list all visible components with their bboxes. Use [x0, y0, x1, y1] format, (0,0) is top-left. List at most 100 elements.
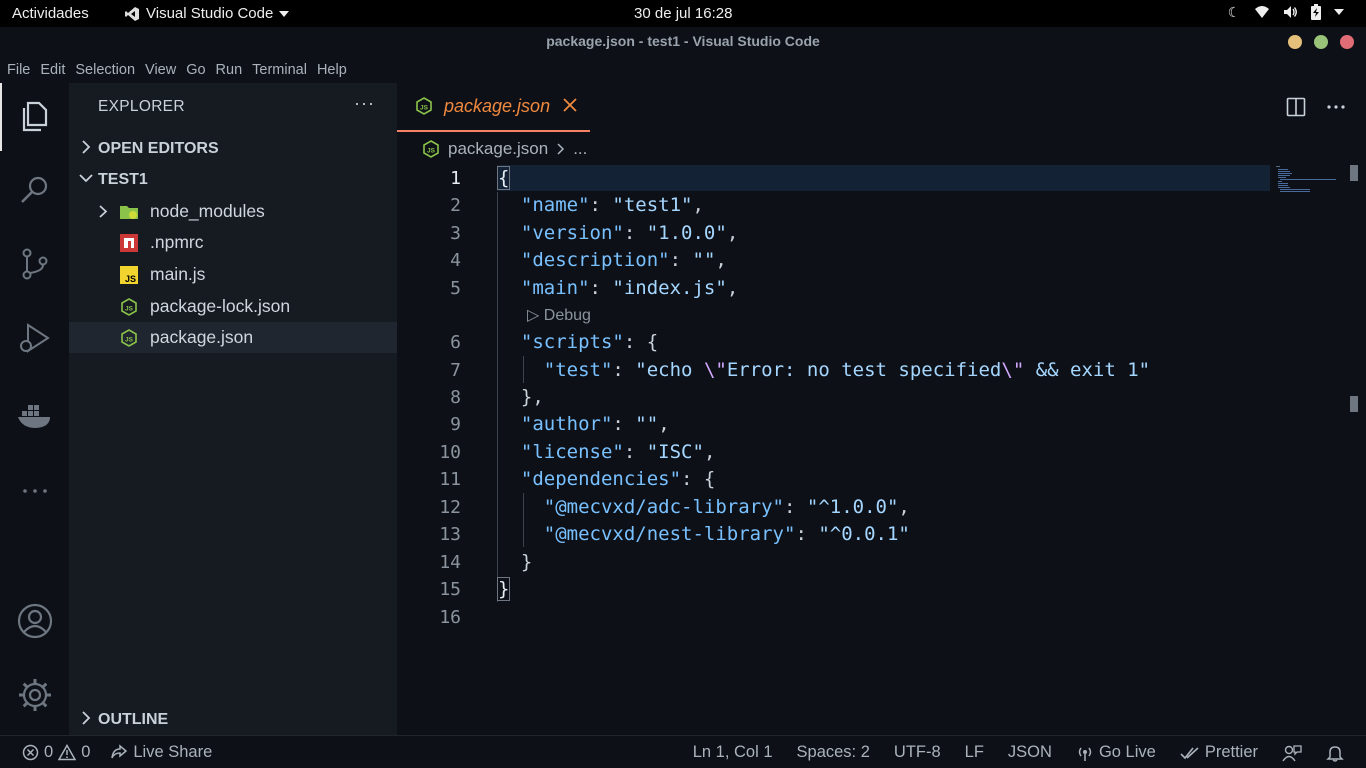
open-editors-section[interactable]: OPEN EDITORS: [69, 135, 397, 163]
explorer-icon[interactable]: [16, 97, 54, 135]
system-tray[interactable]: ☾: [1226, 4, 1344, 20]
tree-item-node-modules[interactable]: node_modules: [69, 196, 397, 227]
line-number: 9: [450, 414, 461, 435]
go-live-button[interactable]: Go Live: [1076, 743, 1156, 762]
run-debug-icon[interactable]: [16, 319, 54, 357]
tree-item-package-json[interactable]: JS package.json: [69, 322, 397, 353]
line-number: 7: [450, 360, 461, 381]
caret-down-icon: [279, 10, 290, 17]
code-line[interactable]: 3 "version": "1.0.0",: [397, 220, 1277, 247]
prettier-button[interactable]: Prettier: [1180, 743, 1258, 762]
line-number: 12: [439, 497, 461, 518]
warning-count: 0: [81, 743, 91, 761]
breadcrumb-more[interactable]: ...: [573, 139, 587, 159]
app-menu[interactable]: Visual Studio Code: [124, 5, 290, 22]
tree-item-main-js[interactable]: JS main.js: [69, 259, 397, 290]
nodejs-icon: JS: [121, 298, 137, 316]
minimize-button[interactable]: [1288, 35, 1302, 49]
code-line[interactable]: 12 "@mecvxd/adc-library": "^1.0.0",: [397, 494, 1277, 521]
tree-item-npmrc[interactable]: .npmrc: [69, 227, 397, 258]
code-line[interactable]: 6 "scripts": {: [397, 329, 1277, 356]
warning-icon: [58, 744, 77, 761]
wifi-icon: [1255, 6, 1269, 18]
window-title-bar[interactable]: package.json - test1 - Visual Studio Cod…: [0, 27, 1366, 56]
maximize-button[interactable]: [1314, 35, 1328, 49]
code-line[interactable]: 7 "test": "echo \"Error: no test specifi…: [397, 357, 1277, 384]
system-top-bar: Actividades Visual Studio Code 30 de jul…: [0, 0, 1366, 27]
menu-selection[interactable]: Selection: [74, 56, 141, 83]
menu-help[interactable]: Help: [316, 56, 353, 83]
problems-indicator[interactable]: 0 0: [22, 743, 90, 762]
menu-terminal[interactable]: Terminal: [251, 56, 313, 83]
menu-run[interactable]: Run: [215, 56, 249, 83]
code-line[interactable]: 15 }: [397, 576, 1277, 603]
prettier-label: Prettier: [1204, 743, 1258, 761]
line-number: 16: [439, 607, 461, 628]
close-icon[interactable]: [562, 97, 578, 113]
code-line[interactable]: 9 "author": "",: [397, 411, 1277, 438]
source-control-icon[interactable]: [16, 245, 54, 283]
language-mode[interactable]: JSON: [1008, 743, 1052, 762]
line-number: 3: [450, 223, 461, 244]
menu-file[interactable]: File: [6, 56, 36, 83]
more-icon[interactable]: [16, 473, 54, 511]
line-number: 6: [450, 332, 461, 353]
code-line[interactable]: 16: [397, 604, 1277, 631]
code-editor[interactable]: 1 { 2 "name": "test1", 3 "version": "1.0…: [397, 165, 1366, 735]
code-line[interactable]: 5 "main": "index.js",: [397, 275, 1277, 302]
menu-edit[interactable]: Edit: [39, 56, 71, 83]
indentation-setting[interactable]: Spaces: 2: [797, 743, 870, 762]
svg-text:JS: JS: [427, 148, 436, 155]
code-line[interactable]: 1 {: [397, 165, 1277, 192]
broadcast-icon: [1078, 747, 1092, 761]
js-icon: JS: [120, 266, 138, 284]
chevron-right-icon: [99, 205, 108, 218]
folder-section-test1[interactable]: TEST1: [69, 166, 397, 194]
code-line[interactable]: 10 "license": "ISC",: [397, 439, 1277, 466]
code-line[interactable]: 14 }: [397, 549, 1277, 576]
live-share-button[interactable]: Live Share: [110, 743, 212, 762]
tree-item-package-lock-json[interactable]: JS package-lock.json: [69, 291, 397, 322]
feedback-icon[interactable]: [1282, 744, 1302, 762]
cursor-position[interactable]: Ln 1, Col 1: [693, 743, 773, 762]
minimap[interactable]: [1276, 165, 1336, 195]
menu-bar: File Edit Selection View Go Run Terminal…: [0, 56, 1366, 83]
line-number: 8: [450, 387, 461, 408]
code-line[interactable]: 13 "@mecvxd/nest-library": "^0.0.1": [397, 521, 1277, 548]
play-outline-icon: ▷: [527, 307, 540, 324]
sidebar-more-actions-button[interactable]: ···: [354, 93, 375, 114]
tab-label: package.json: [444, 96, 551, 116]
more-actions-icon[interactable]: [1326, 97, 1346, 117]
settings-gear-icon[interactable]: [16, 676, 54, 714]
code-line[interactable]: 8 },: [397, 384, 1277, 411]
menu-view[interactable]: View: [144, 56, 182, 83]
nodejs-icon: JS: [121, 329, 137, 347]
search-icon[interactable]: [16, 171, 54, 209]
code-line[interactable]: 4 "description": "",: [397, 247, 1277, 274]
menu-go[interactable]: Go: [185, 56, 211, 83]
notifications-bell-icon[interactable]: [1326, 744, 1344, 762]
codelens-label: Debug: [543, 307, 591, 324]
scrollbar-marker[interactable]: [1350, 396, 1358, 412]
close-window-button[interactable]: [1340, 35, 1354, 49]
tree-item-label: node_modules: [150, 201, 265, 221]
split-editor-icon[interactable]: [1286, 97, 1306, 117]
eol-setting[interactable]: LF: [965, 743, 984, 762]
clock[interactable]: 30 de jul 16:28: [634, 5, 732, 22]
scrollbar-thumb[interactable]: [1350, 165, 1358, 181]
tab-package-json[interactable]: JS package.json: [397, 83, 590, 132]
account-icon[interactable]: [16, 602, 54, 640]
folder-label: TEST1: [98, 171, 148, 188]
current-line-highlight: [497, 165, 1270, 191]
code-line[interactable]: 11 "dependencies": {: [397, 466, 1277, 493]
chevron-right-icon: [557, 143, 565, 155]
docker-icon[interactable]: [16, 397, 54, 435]
debug-codelens[interactable]: ▷ Debug: [527, 305, 591, 325]
activities-button[interactable]: Actividades: [12, 5, 89, 22]
encoding-setting[interactable]: UTF-8: [894, 743, 941, 762]
outline-section[interactable]: OUTLINE: [69, 706, 397, 734]
breadcrumb-file[interactable]: package.json: [448, 139, 548, 159]
code-line[interactable]: 2 "name": "test1",: [397, 192, 1277, 219]
vscode-icon: [125, 6, 139, 21]
chevron-down-icon: [79, 174, 93, 183]
